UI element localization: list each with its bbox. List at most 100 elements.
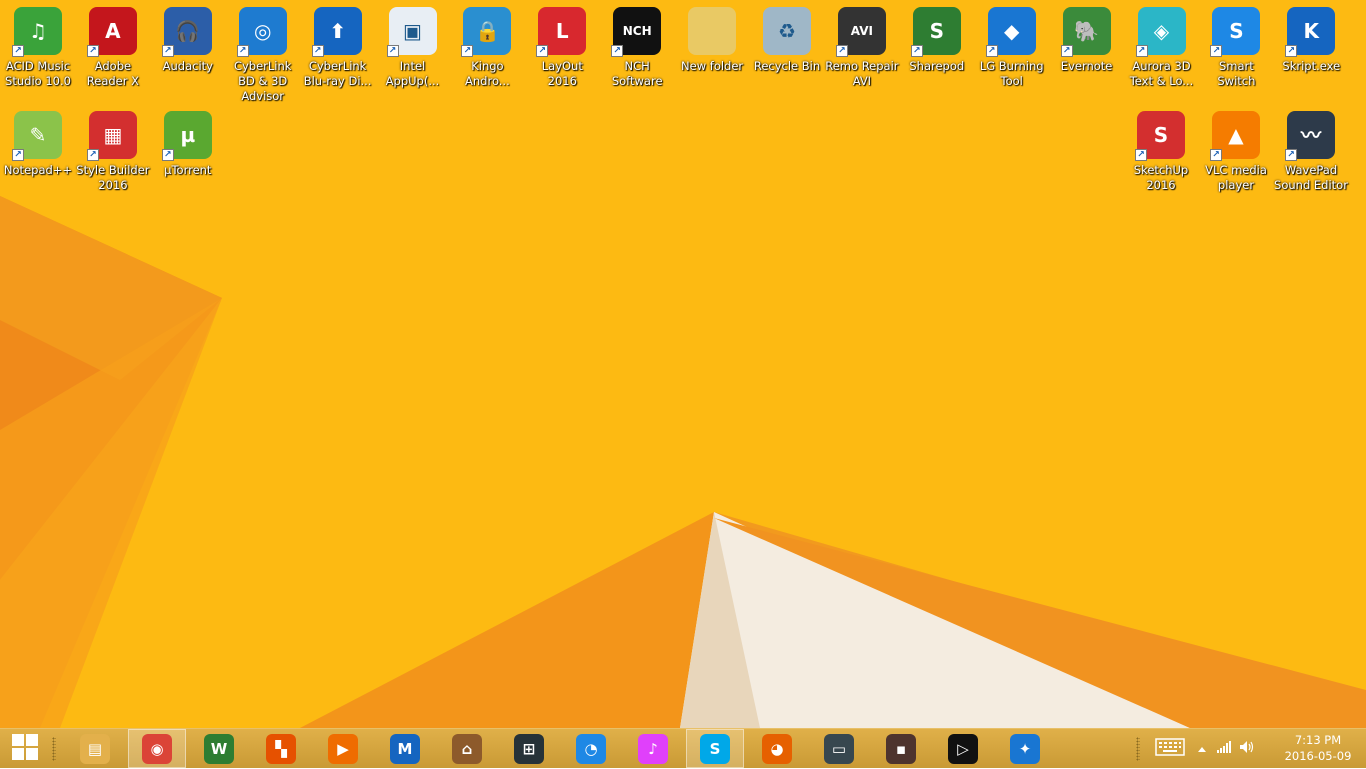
layout-icon-glyph: L — [555, 19, 569, 43]
desktop-icon-label: CyberLink Blu-ray Di... — [303, 59, 372, 88]
shortcut-arrow-icon: ↗ — [161, 45, 174, 57]
shortcut-arrow-icon: ↗ — [611, 45, 624, 57]
skype-icon: S — [700, 733, 730, 764]
shortcut-arrow-icon: ↗ — [236, 45, 249, 57]
desktop-icon-kingo-android[interactable]: 🔒 ↗ Kingo Andro... — [450, 2, 524, 98]
desktop[interactable]: ♫ ↗ ACID Music Studio 10.0 A ↗ Adobe Reader X… — [0, 0, 1366, 728]
desktop-icon-folder[interactable]: New folder — [675, 2, 749, 98]
shortcut-arrow-icon: ↗ — [161, 149, 174, 161]
taskbar-hypercam-button[interactable]: ▪ — [872, 729, 930, 768]
taskbar-firefox-button[interactable]: ◕ — [748, 729, 806, 768]
desktop-icon-label: Evernote — [1060, 59, 1113, 73]
desktop-icon-sketchup[interactable]: S ↗ SketchUp 2016 — [1124, 106, 1198, 202]
taskbar-chrome-button[interactable]: ◉ — [128, 729, 186, 768]
desktop-icon-remo-repair-avi[interactable]: AVI ↗ Remo Repair AVI — [825, 2, 899, 98]
intel-appup-icon: ▣ ↗ — [386, 7, 437, 57]
shortcut-arrow-icon: ↗ — [12, 149, 24, 161]
desktop-icon-skript[interactable]: K ↗ Skript.exe — [1274, 2, 1348, 98]
desktop-icon-intel-appup[interactable]: ▣ ↗ Intel AppUp(... — [376, 2, 450, 98]
utorrent-icon-glyph: µ — [180, 123, 196, 147]
volume-icon — [1239, 739, 1255, 758]
network-signal-icon — [1216, 739, 1232, 758]
desktop-icon-label: Smart Switch — [1217, 59, 1256, 88]
adobe-reader-icon: A ↗ — [86, 7, 137, 57]
shortcut-arrow-icon: ↗ — [835, 45, 848, 57]
desktop-icon-label: LayOut 2016 — [541, 59, 583, 88]
taskbar-remote-desktop-button[interactable]: ▭ — [810, 729, 868, 768]
desktop-icon-nch-software[interactable]: NCH ↗ NCH Software — [600, 2, 674, 98]
desktop-icon-lg-burning-tool[interactable]: ◆ ↗ LG Burning Tool — [975, 2, 1049, 98]
tray-grip[interactable] — [1136, 737, 1140, 761]
desktop-icon-cyberlink-bluray[interactable]: ⬆ ↗ CyberLink Blu-ray Di... — [301, 2, 375, 98]
taskbar-bird-app-button[interactable]: ◔ — [562, 729, 620, 768]
desktop-icon-vlc[interactable]: ▲ ↗ VLC media player — [1199, 106, 1273, 202]
nch-software-icon: NCH ↗ — [611, 7, 662, 57]
desktop-icon-label: CyberLink BD & 3D Advisor — [233, 59, 292, 103]
video-player-icon: ▶ — [328, 733, 358, 764]
acid-music-icon: ♫ ↗ — [12, 7, 62, 57]
desktop-icon-label: VLC media player — [1205, 163, 1267, 192]
taskbar-malwarebytes-button[interactable]: M — [376, 729, 434, 768]
desktop-icon-utorrent[interactable]: µ ↗ µTorrent — [151, 106, 225, 202]
desktop-icon-wavepad[interactable]: 〰 ↗ WavePad Sound Editor — [1274, 106, 1348, 202]
lg-burning-tool-icon: ◆ ↗ — [985, 7, 1036, 57]
desktop-icon-label: Skript.exe — [1282, 59, 1341, 73]
vlc-icon: ▲ ↗ — [1210, 111, 1260, 161]
taskbar: ▤ ◉ W ▚ ▶ M ⌂ ⊞ ◔ ♪ S ◕ ▭ ▪ ▷ ✦ 7:13 PM … — [0, 728, 1366, 768]
desktop-icon-notepad-plus-plus[interactable]: ✎ ↗ Notepad++ — [1, 106, 75, 202]
volume-button[interactable] — [1236, 729, 1258, 768]
colorful-app-icon: ▚ — [266, 733, 296, 764]
sketchup-icon-glyph: S — [1153, 123, 1169, 147]
desktop-icon-cyberlink-bd-advisor[interactable]: ◎ ↗ CyberLink BD & 3D Advisor — [226, 2, 300, 103]
taskbar-grip[interactable] — [52, 737, 56, 761]
desktop-icon-acid-music[interactable]: ♫ ↗ ACID Music Studio 10.0 — [1, 2, 75, 98]
cyberlink-bluray-icon-glyph: ⬆ — [329, 19, 346, 43]
shortcut-arrow-icon: ↗ — [1135, 149, 1147, 161]
recycle-bin-icon-glyph: ♻ — [778, 19, 796, 43]
recycle-bin-icon: ♻ — [763, 7, 811, 55]
skript-icon-glyph: K — [1303, 19, 1320, 43]
touch-keyboard-button[interactable] — [1152, 729, 1188, 768]
lg-burning-tool-icon-glyph: ◆ — [1003, 19, 1020, 43]
taskbar-media-player-button[interactable]: ▷ — [934, 729, 992, 768]
desktop-icon-audacity[interactable]: 🎧 ↗ Audacity — [151, 2, 225, 98]
desktop-icon-label: Notepad++ — [3, 163, 73, 177]
taskbar-file-explorer-button[interactable]: ▤ — [66, 729, 124, 768]
taskbar-safari-button[interactable]: ✦ — [996, 729, 1054, 768]
system-tray: 7:13 PM 2016-05-09 — [1136, 729, 1366, 768]
network-button[interactable] — [1214, 729, 1234, 768]
taskbar-itunes-button[interactable]: ♪ — [624, 729, 682, 768]
acid-music-icon-glyph: ♫ — [29, 19, 47, 43]
aurora-3d-icon: ◈ ↗ — [1135, 7, 1186, 57]
intel-appup-icon-glyph: ▣ — [403, 19, 422, 43]
desktop-icon-style-builder[interactable]: ▦ ↗ Style Builder 2016 — [76, 106, 150, 202]
taskbar-skype-button[interactable]: S — [686, 729, 744, 768]
show-hidden-icons-button[interactable] — [1194, 729, 1210, 768]
clock[interactable]: 7:13 PM 2016-05-09 — [1278, 732, 1358, 764]
start-button[interactable] — [0, 729, 50, 769]
utorrent-icon: µ ↗ — [161, 111, 212, 161]
safari-icon: ✦ — [1010, 733, 1040, 764]
audacity-icon-glyph: 🎧 — [175, 19, 201, 43]
bird-app-icon: ◔ — [576, 733, 606, 764]
desktop-icon-label: NCH Software — [611, 59, 663, 88]
taskbar-film-app-button[interactable]: ⊞ — [500, 729, 558, 768]
taskbar-wondershare-button[interactable]: W — [190, 729, 248, 768]
smart-switch-icon-glyph: S — [1229, 19, 1244, 43]
desktop-icon-recycle-bin[interactable]: ♻ Recycle Bin — [750, 2, 824, 98]
taskbar-colorful-app-button[interactable]: ▚ — [252, 729, 310, 768]
desktop-icon-layout[interactable]: L ↗ LayOut 2016 — [525, 2, 599, 98]
desktop-icon-aurora-3d[interactable]: ◈ ↗ Aurora 3D Text & Lo... — [1125, 2, 1199, 98]
desktop-icon-evernote[interactable]: 🐘 ↗ Evernote — [1050, 2, 1124, 98]
sharepod-icon: S ↗ — [910, 7, 961, 57]
taskbar-video-player-button[interactable]: ▶ — [314, 729, 372, 768]
sharepod-icon-glyph: S — [929, 19, 944, 43]
desktop-icon-sharepod[interactable]: S ↗ Sharepod — [900, 2, 974, 98]
firefox-icon: ◕ — [762, 733, 792, 764]
shortcut-arrow-icon: ↗ — [461, 45, 474, 57]
desktop-icon-adobe-reader[interactable]: A ↗ Adobe Reader X — [76, 2, 150, 98]
cyberlink-bluray-icon: ⬆ ↗ — [311, 7, 362, 57]
desktop-icon-label: Intel AppUp(... — [385, 59, 440, 88]
taskbar-library-button[interactable]: ⌂ — [438, 729, 496, 768]
desktop-icon-smart-switch[interactable]: S ↗ Smart Switch — [1199, 2, 1273, 98]
